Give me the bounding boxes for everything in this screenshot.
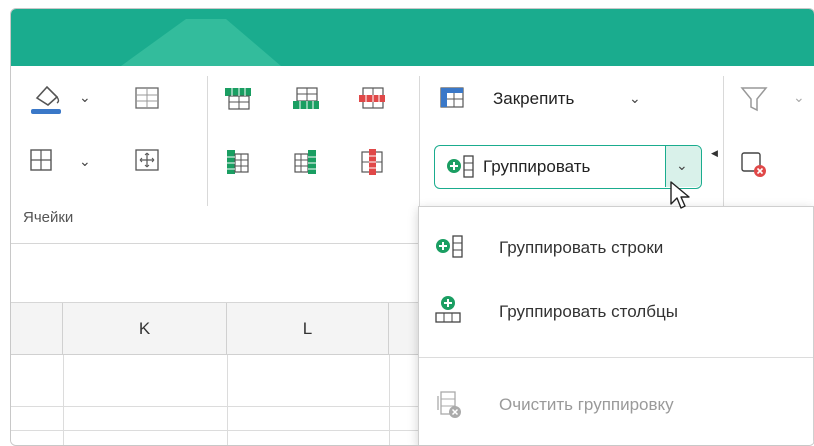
insert-rows-icon bbox=[225, 88, 251, 110]
banner-tab-shape bbox=[121, 19, 281, 66]
chevron-down-icon: ⌄ bbox=[676, 157, 688, 173]
borders-button[interactable] bbox=[29, 148, 55, 179]
delete-columns-button[interactable] bbox=[359, 148, 385, 181]
group-dropdown-menu: Группировать строки Группировать столбцы… bbox=[418, 206, 814, 445]
insert-rows-below-icon bbox=[293, 87, 319, 109]
mouse-cursor-icon bbox=[670, 181, 690, 209]
merge-cells-icon bbox=[135, 149, 159, 171]
filter-chevron-down-icon[interactable]: ⌄ bbox=[793, 90, 805, 104]
delete-rows-icon bbox=[359, 87, 385, 109]
insert-columns-button[interactable] bbox=[225, 148, 251, 181]
fill-color-chevron-down-icon[interactable]: ⌄ bbox=[79, 90, 91, 104]
menu-item-label: Группировать столбцы bbox=[499, 302, 678, 321]
cell-styles-button[interactable] bbox=[135, 86, 161, 117]
freeze-panes-button[interactable]: Закрепить ⌄ bbox=[439, 85, 641, 115]
clear-filter-icon bbox=[741, 152, 766, 177]
freeze-panes-icon bbox=[440, 87, 464, 108]
clear-grouping-icon bbox=[437, 391, 461, 418]
grid-line bbox=[389, 355, 390, 445]
insert-rows-below-button[interactable] bbox=[291, 86, 321, 117]
delete-rows-button[interactable] bbox=[357, 86, 387, 117]
grid-line bbox=[63, 355, 64, 445]
column-header-k[interactable]: K bbox=[63, 303, 227, 355]
spreadsheet-window: ⌄ ⌄ Закрепить ⌄ Группировать ⌄ ◀ ⌄ Ячейк… bbox=[10, 8, 814, 446]
borders-icon bbox=[30, 149, 52, 171]
group-button-label: Группировать bbox=[483, 157, 591, 176]
group-columns-icon bbox=[435, 296, 461, 323]
group-icon bbox=[447, 155, 474, 178]
paint-bucket-icon bbox=[31, 85, 61, 114]
fill-color-button[interactable] bbox=[29, 80, 69, 116]
title-banner bbox=[11, 9, 814, 66]
insert-columns-right-icon bbox=[294, 150, 316, 174]
insert-columns-right-button[interactable] bbox=[293, 148, 319, 181]
freeze-panes-label: Закрепить bbox=[493, 89, 575, 108]
grid-line bbox=[227, 355, 228, 445]
ribbon-scroll-left-icon[interactable]: ◀ bbox=[711, 148, 718, 159]
ribbon-separator bbox=[419, 76, 420, 206]
group-rows-icon bbox=[436, 235, 463, 258]
menu-item-clear-grouping[interactable]: Очистить группировку bbox=[419, 380, 813, 432]
filter-button[interactable] bbox=[739, 84, 769, 119]
insert-columns-icon bbox=[227, 150, 249, 174]
menu-item-group-columns[interactable]: Группировать столбцы bbox=[419, 287, 813, 339]
menu-item-label: Группировать строки bbox=[499, 238, 664, 257]
table-grid-icon bbox=[135, 87, 159, 109]
borders-chevron-down-icon[interactable]: ⌄ bbox=[79, 154, 91, 168]
ribbon-separator bbox=[723, 76, 724, 206]
freeze-chevron-down-icon[interactable]: ⌄ bbox=[629, 91, 641, 105]
menu-separator bbox=[419, 357, 813, 358]
group-button[interactable]: Группировать bbox=[435, 146, 665, 187]
ribbon-separator bbox=[207, 76, 208, 206]
group-split-button: Группировать ⌄ bbox=[434, 145, 702, 189]
clear-filter-button[interactable] bbox=[739, 148, 769, 183]
merge-cells-button[interactable] bbox=[135, 148, 161, 179]
row-header-corner[interactable] bbox=[11, 303, 63, 355]
cells-group-label: Ячейки bbox=[23, 209, 74, 226]
menu-item-group-rows[interactable]: Группировать строки bbox=[419, 223, 813, 275]
delete-columns-icon bbox=[361, 149, 383, 175]
insert-rows-button[interactable] bbox=[223, 86, 253, 117]
menu-item-label: Очистить группировку bbox=[499, 395, 674, 414]
column-header-l[interactable]: L bbox=[227, 303, 389, 355]
filter-icon bbox=[740, 87, 768, 112]
